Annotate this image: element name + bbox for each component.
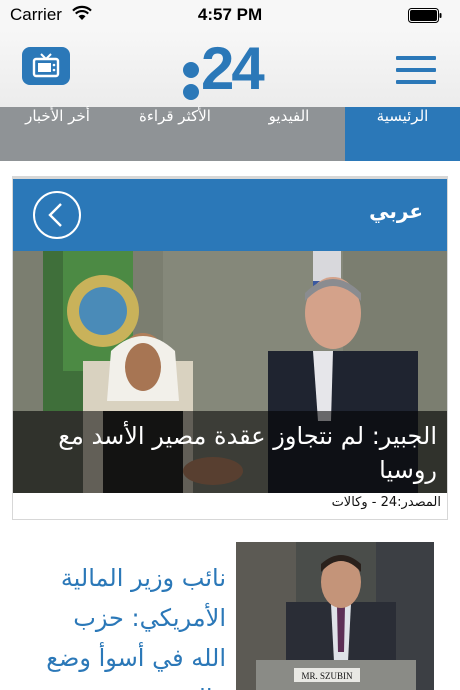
featured-headline[interactable]: الجبير: لم نتجاوز عقدة مصير الأسد مع روس… [13,411,447,493]
menu-line [396,68,436,72]
tab-latest-news[interactable]: أخر الأخبار [0,107,115,161]
section-header: عربي [13,179,447,251]
menu-line [396,80,436,84]
status-time: 4:57 PM [197,5,263,24]
status-bar: Carrier 4:57 PM [0,0,460,30]
nav-tabs: الرئيسية الفيديو الأكثر قراءة أخر الأخبا… [0,107,460,161]
nameplate-text: MR. SZUBIN [301,671,353,681]
app-logo[interactable]: 24 [183,35,278,102]
featured-source: المصدر:24 - وكالات [331,495,441,510]
back-button[interactable] [33,191,81,239]
tab-home[interactable]: الرئيسية [345,107,460,161]
menu-line [396,56,436,60]
battery-icon [408,8,442,23]
article-list-item[interactable]: نائب وزير المالية الأمريكي: حزب الله في … [0,540,460,690]
tab-most-read[interactable]: الأكثر قراءة [115,107,235,161]
app-header: 24 [0,30,460,107]
featured-image[interactable]: الجبير: لم نتجاوز عقدة مصير الأسد مع روس… [13,251,447,493]
logo-text: 24 [201,35,265,102]
featured-card[interactable]: عربي الجبير: لم نتجاوز عقدة مصير الأسد م… [12,176,448,520]
article-thumbnail[interactable]: MR. SZUBIN [236,542,434,690]
logo-colon [183,62,201,102]
chevron-left-icon [48,203,62,227]
article-photo: MR. SZUBIN [236,542,434,690]
tab-video[interactable]: الفيديو [235,107,343,161]
tv-icon [32,53,60,78]
section-label: عربي [369,199,423,223]
hamburger-menu-button[interactable] [396,56,436,84]
live-tv-button[interactable] [22,47,70,85]
article-headline[interactable]: نائب وزير المالية الأمريكي: حزب الله في … [38,558,226,690]
